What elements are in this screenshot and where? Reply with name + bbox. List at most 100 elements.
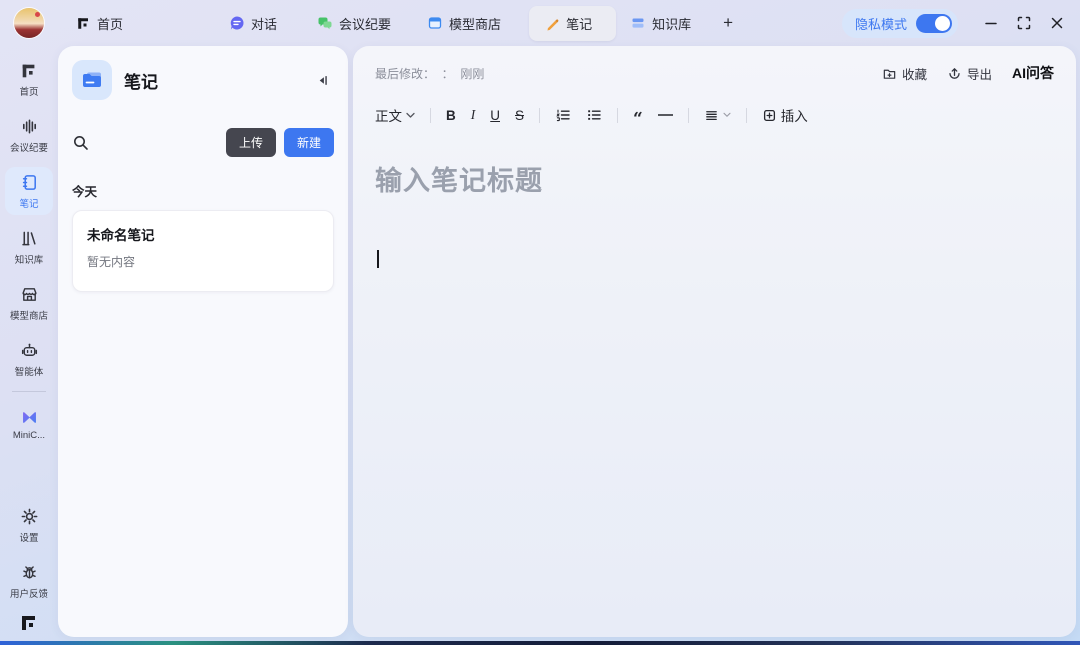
strikethrough-button[interactable]: S bbox=[515, 108, 524, 123]
ai-qa-button[interactable]: AI问答 bbox=[1012, 63, 1054, 83]
new-tab-button[interactable]: + bbox=[723, 13, 733, 33]
close-button[interactable] bbox=[1050, 16, 1064, 30]
insert-plus-icon bbox=[762, 108, 777, 123]
gear-icon bbox=[20, 507, 39, 526]
sidebar-item-minicpm[interactable]: MiniC... bbox=[5, 402, 53, 446]
note-preview: 暂无内容 bbox=[87, 253, 319, 270]
brand-f-icon bbox=[76, 16, 91, 31]
sidebar-item-agents[interactable]: 智能体 bbox=[5, 335, 53, 383]
sidebar-item-label: 智能体 bbox=[15, 363, 44, 377]
sidebar-item-label: MiniC... bbox=[13, 430, 45, 440]
date-group-label: 今天 bbox=[72, 181, 334, 200]
align-icon bbox=[704, 108, 719, 123]
editor-toolbar: 正文 B I U S “ bbox=[375, 105, 1054, 125]
brand-f-icon bbox=[20, 62, 38, 80]
horizontal-rule-button[interactable] bbox=[658, 114, 673, 116]
paragraph-style-dropdown[interactable]: 正文 bbox=[375, 105, 415, 125]
notes-actions-row: 上传 新建 bbox=[72, 128, 334, 157]
minimize-button[interactable] bbox=[984, 16, 998, 30]
sidebar-item-notes[interactable]: 笔记 bbox=[5, 167, 53, 215]
tab-label: 首页 bbox=[97, 14, 123, 33]
underline-button[interactable]: U bbox=[490, 108, 500, 123]
tab-home[interactable]: 首页 bbox=[76, 14, 123, 33]
paragraph-style-label: 正文 bbox=[375, 105, 402, 125]
minicpm-bowtie-icon bbox=[20, 408, 39, 427]
sidebar-item-meeting-minutes[interactable]: 会议纪要 bbox=[5, 111, 53, 159]
robot-icon bbox=[20, 341, 39, 360]
waveform-icon bbox=[20, 117, 39, 136]
chevron-down-icon bbox=[406, 112, 415, 119]
favorite-label: 收藏 bbox=[902, 64, 927, 83]
blockquote-button[interactable]: “ bbox=[633, 107, 643, 124]
alignment-dropdown[interactable] bbox=[704, 108, 731, 123]
bold-button[interactable]: B bbox=[446, 108, 456, 123]
toggle-knob bbox=[935, 16, 950, 31]
sidebar-item-label: 用户反馈 bbox=[10, 585, 48, 599]
insert-label: 插入 bbox=[781, 105, 808, 125]
sidebar-item-label: 笔记 bbox=[20, 195, 39, 209]
layers-icon bbox=[630, 15, 646, 31]
tab-label: 知识库 bbox=[652, 14, 691, 33]
sidebar-item-label: 会议纪要 bbox=[10, 139, 48, 153]
sidebar-item-knowledge-base[interactable]: 知识库 bbox=[5, 223, 53, 271]
bullet-list-button[interactable] bbox=[586, 107, 602, 123]
chat-bubble-icon bbox=[229, 15, 245, 31]
toolbar-separator bbox=[617, 108, 618, 123]
notes-panel-title: 笔记 bbox=[124, 68, 158, 93]
sidebar-item-label: 首页 bbox=[20, 83, 39, 97]
sidebar-item-label: 知识库 bbox=[15, 251, 44, 265]
insert-button[interactable]: 插入 bbox=[762, 105, 808, 125]
sidebar-divider bbox=[12, 391, 46, 392]
horizontal-rule-icon bbox=[658, 114, 673, 116]
sidebar-item-label: 模型商店 bbox=[10, 307, 48, 321]
note-title: 未命名笔记 bbox=[87, 224, 319, 244]
notes-panel-header: 笔记 bbox=[72, 60, 334, 100]
tab-notes[interactable]: 笔记 bbox=[529, 6, 616, 41]
toolbar-separator bbox=[688, 108, 689, 123]
new-note-button[interactable]: 新建 bbox=[284, 128, 334, 157]
notes-folder-icon bbox=[72, 60, 112, 100]
tab-meeting-minutes[interactable]: 会议纪要 bbox=[317, 14, 391, 33]
editor-actions: 收藏 导出 AI问答 bbox=[882, 63, 1054, 83]
export-button[interactable]: 导出 bbox=[947, 64, 992, 83]
meeting-chat-icon bbox=[317, 15, 333, 31]
toolbar-separator bbox=[746, 108, 747, 123]
search-icon[interactable] bbox=[72, 134, 89, 151]
tab-model-store[interactable]: 模型商店 bbox=[427, 14, 501, 33]
chevron-down-icon bbox=[723, 112, 731, 118]
upload-button[interactable]: 上传 bbox=[226, 128, 276, 157]
maximize-button[interactable] bbox=[1017, 16, 1031, 30]
favorite-button[interactable]: 收藏 bbox=[882, 64, 927, 83]
collapse-panel-button[interactable] bbox=[311, 69, 334, 92]
note-list-item[interactable]: 未命名笔记 暂无内容 bbox=[72, 210, 334, 292]
store-icon bbox=[427, 15, 443, 31]
window-bottom-edge bbox=[0, 641, 1080, 645]
sidebar-item-feedback[interactable]: 用户反馈 bbox=[5, 557, 53, 605]
ordered-list-button[interactable] bbox=[555, 107, 571, 123]
sidebar-item-model-store[interactable]: 模型商店 bbox=[5, 279, 53, 327]
pencil-icon bbox=[545, 16, 560, 31]
notebook-icon bbox=[20, 173, 39, 192]
note-editor-panel: 最后修改： ： 刚刚 收藏 导出 AI问答 正文 B I U bbox=[353, 46, 1076, 637]
user-avatar[interactable] bbox=[14, 8, 44, 38]
sidebar-item-label: 设置 bbox=[20, 529, 39, 543]
sidebar-item-settings[interactable]: 设置 bbox=[5, 501, 53, 549]
text-cursor[interactable] bbox=[377, 250, 379, 268]
privacy-mode-toggle[interactable] bbox=[916, 14, 952, 33]
privacy-mode-control[interactable]: 隐私模式 bbox=[842, 9, 958, 38]
note-title-input[interactable]: 输入笔记标题 bbox=[375, 159, 1054, 198]
main-area: 笔记 上传 新建 今天 未命名笔记 暂无内容 最后修改： ： 刚刚 bbox=[58, 46, 1076, 637]
window-controls bbox=[984, 16, 1064, 30]
storefront-icon bbox=[20, 285, 39, 304]
tab-knowledge-base[interactable]: 知识库 bbox=[630, 14, 691, 33]
toolbar-separator bbox=[430, 108, 431, 123]
italic-button[interactable]: I bbox=[471, 107, 476, 123]
toolbar-separator bbox=[539, 108, 540, 123]
tab-label: 模型商店 bbox=[449, 14, 501, 33]
tab-label: 对话 bbox=[251, 14, 277, 33]
editor-meta-row: 最后修改： ： 刚刚 收藏 导出 AI问答 bbox=[375, 63, 1054, 83]
tab-chat[interactable]: 对话 bbox=[229, 14, 277, 33]
top-bar: 首页 对话 会议纪要 模型商店 笔记 知识库 + 隐私模式 bbox=[0, 0, 1080, 46]
sidebar-item-home[interactable]: 首页 bbox=[5, 56, 53, 103]
export-label: 导出 bbox=[967, 64, 992, 83]
